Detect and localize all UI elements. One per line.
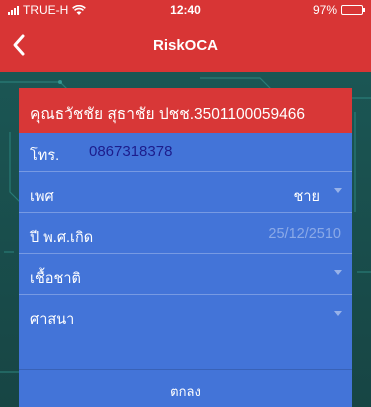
form-header: คุณธวัชชัย สุธาชัย ปชช.3501100059466	[19, 88, 352, 133]
birth-year-label: ปี พ.ศ.เกิด	[30, 230, 94, 246]
nav-bar: RiskOCA	[0, 20, 371, 72]
phone-row[interactable]: โทร. 0867318378	[19, 133, 352, 172]
phone-label: โทร.	[30, 148, 60, 164]
religion-select[interactable]: ศาสนา	[19, 297, 352, 336]
battery-icon	[341, 5, 365, 15]
birth-year-input[interactable]: ปี พ.ศ.เกิด 25/12/2510	[19, 215, 352, 254]
gender-select[interactable]: เพศ ชาย	[19, 174, 352, 213]
dropdown-caret-icon	[334, 188, 342, 193]
battery-percent: 97%	[312, 3, 337, 17]
gender-label: เพศ	[30, 189, 54, 205]
nationality-select[interactable]: เชื้อชาติ	[19, 256, 352, 295]
dropdown-caret-icon	[334, 270, 342, 275]
battery-status: 97%	[312, 3, 365, 17]
religion-label: ศาสนา	[30, 312, 75, 328]
birth-year-placeholder: 25/12/2510	[268, 226, 341, 242]
profile-form: คุณธวัชชัย สุธาชัย ปชช.3501100059466 โทร…	[19, 88, 352, 407]
phone-value: 0867318378	[89, 143, 173, 160]
submit-button[interactable]: ตกลง	[19, 369, 352, 407]
status-bar: TRUE-H 12:40 97%	[0, 0, 371, 20]
gender-value: ชาย	[293, 189, 320, 205]
nationality-label: เชื้อชาติ	[30, 271, 81, 287]
dropdown-caret-icon	[334, 311, 342, 316]
page-title: RiskOCA	[152, 37, 219, 54]
